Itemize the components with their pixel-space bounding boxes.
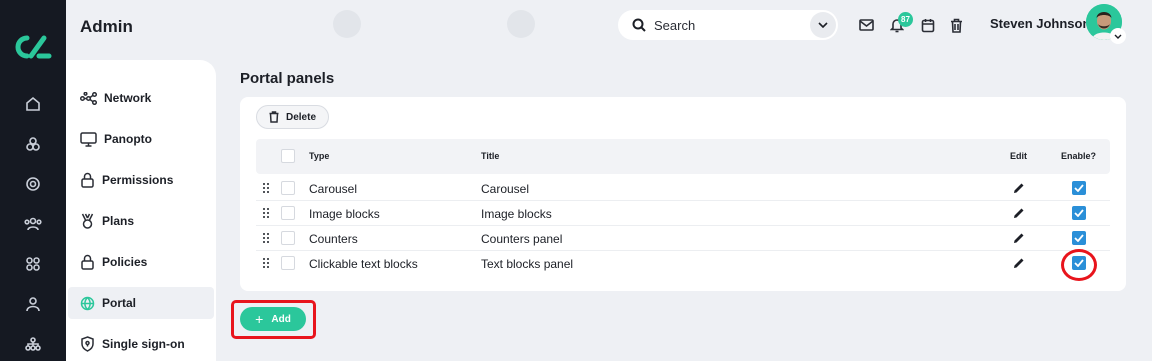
enable-checkbox[interactable] bbox=[1072, 206, 1086, 220]
delete-button[interactable]: Delete bbox=[256, 105, 330, 129]
drag-handle-icon[interactable] bbox=[263, 208, 269, 218]
monitor-icon bbox=[80, 131, 97, 147]
network-icon bbox=[80, 91, 97, 105]
sidebar-item-label: Single sign-on bbox=[102, 337, 185, 351]
table-row[interactable]: Image blocks Image blocks bbox=[256, 201, 1110, 226]
drag-handle-icon[interactable] bbox=[263, 258, 269, 268]
column-type: Type bbox=[309, 151, 330, 161]
sidebar-item-label: Network bbox=[104, 91, 152, 105]
grid-icon[interactable] bbox=[22, 253, 44, 275]
section-title: Portal panels bbox=[240, 70, 335, 87]
sidebar-item-policies[interactable]: Policies bbox=[66, 246, 216, 278]
home-icon[interactable] bbox=[22, 93, 44, 115]
table-row[interactable]: Counters Counters panel bbox=[256, 226, 1110, 251]
row-checkbox[interactable] bbox=[281, 231, 295, 245]
cell-title: Counters panel bbox=[481, 232, 563, 246]
target-icon[interactable] bbox=[22, 173, 44, 195]
cell-type: Carousel bbox=[309, 182, 358, 196]
row-checkbox[interactable] bbox=[281, 181, 295, 195]
sidebar-item-label: Policies bbox=[102, 255, 148, 269]
sidebar-item-label: Permissions bbox=[102, 173, 174, 187]
shield-icon bbox=[81, 336, 94, 352]
pencil-icon[interactable] bbox=[1013, 207, 1025, 219]
highlight-ring bbox=[1061, 249, 1097, 281]
row-checkbox[interactable] bbox=[281, 256, 295, 270]
logo-icon[interactable] bbox=[13, 34, 53, 60]
trash-icon bbox=[269, 111, 279, 123]
lock-icon bbox=[81, 172, 94, 188]
mail-icon[interactable] bbox=[857, 16, 875, 34]
sidebar-item-label: Plans bbox=[102, 214, 135, 228]
plus-icon: + bbox=[255, 311, 264, 327]
page-title: Admin bbox=[80, 17, 133, 36]
sidebar-item-single-sign-on[interactable]: Single sign-on bbox=[66, 328, 216, 360]
sidebar-item-label: Panopto bbox=[104, 132, 152, 146]
column-edit: Edit bbox=[1010, 151, 1027, 161]
enable-checkbox[interactable] bbox=[1072, 181, 1086, 195]
faded-avatar bbox=[507, 10, 535, 38]
sidebar-item-plans[interactable]: Plans bbox=[66, 205, 216, 237]
trash-icon[interactable] bbox=[947, 16, 965, 34]
users-icon[interactable] bbox=[22, 213, 44, 235]
delete-label: Delete bbox=[286, 111, 317, 123]
user-name[interactable]: Steven Johnson bbox=[990, 16, 1090, 31]
pencil-icon[interactable] bbox=[1013, 257, 1025, 269]
cell-title: Text blocks panel bbox=[481, 257, 574, 271]
user-icon[interactable] bbox=[22, 293, 44, 315]
cell-type: Image blocks bbox=[309, 207, 380, 221]
cell-type: Counters bbox=[309, 232, 358, 246]
table-header: Type Title Edit Enable? bbox=[256, 139, 1110, 174]
search-bar[interactable]: Search bbox=[618, 10, 838, 40]
table-row[interactable]: Carousel Carousel bbox=[256, 176, 1110, 201]
select-all-checkbox[interactable] bbox=[281, 149, 295, 163]
row-checkbox[interactable] bbox=[281, 206, 295, 220]
cubes-icon[interactable] bbox=[22, 133, 44, 155]
chevron-down-icon[interactable] bbox=[810, 12, 836, 38]
search-input[interactable]: Search bbox=[654, 18, 810, 33]
cell-title: Image blocks bbox=[481, 207, 552, 221]
sidebar-item-panopto[interactable]: Panopto bbox=[66, 123, 216, 155]
pencil-icon[interactable] bbox=[1013, 232, 1025, 244]
drag-handle-icon[interactable] bbox=[263, 183, 269, 193]
globe-icon bbox=[80, 296, 95, 310]
sidebar-item-label: Portal bbox=[102, 296, 137, 310]
add-label: Add bbox=[271, 313, 291, 325]
enable-checkbox[interactable] bbox=[1072, 231, 1086, 245]
column-enable: Enable? bbox=[1061, 151, 1097, 161]
search-icon bbox=[632, 18, 646, 32]
cell-title: Carousel bbox=[481, 182, 530, 196]
lock-icon bbox=[81, 254, 94, 270]
add-button[interactable]: + Add bbox=[240, 307, 306, 331]
sidebar-item-permissions[interactable]: Permissions bbox=[66, 164, 216, 196]
org-chart-icon[interactable] bbox=[22, 333, 44, 355]
column-title: Title bbox=[481, 151, 500, 161]
cell-type: Clickable text blocks bbox=[309, 257, 418, 271]
sidebar-item-portal[interactable]: Portal bbox=[68, 287, 214, 319]
medal-icon bbox=[81, 213, 94, 229]
chevron-down-icon[interactable] bbox=[1110, 28, 1126, 44]
faded-avatar bbox=[333, 10, 361, 38]
drag-handle-icon[interactable] bbox=[263, 233, 269, 243]
settings-sidebar: Network Panopto Permissions Plans Polici… bbox=[66, 60, 216, 361]
app-rail bbox=[0, 0, 66, 361]
portal-panels-card: Delete Type Title Edit Enable? Carousel … bbox=[240, 97, 1126, 291]
notification-badge: 87 bbox=[898, 12, 913, 27]
sidebar-item-network[interactable]: Network bbox=[66, 82, 216, 114]
calendar-icon[interactable] bbox=[919, 16, 937, 34]
table-row[interactable]: Clickable text blocks Text blocks panel bbox=[256, 251, 1110, 276]
pencil-icon[interactable] bbox=[1013, 182, 1025, 194]
